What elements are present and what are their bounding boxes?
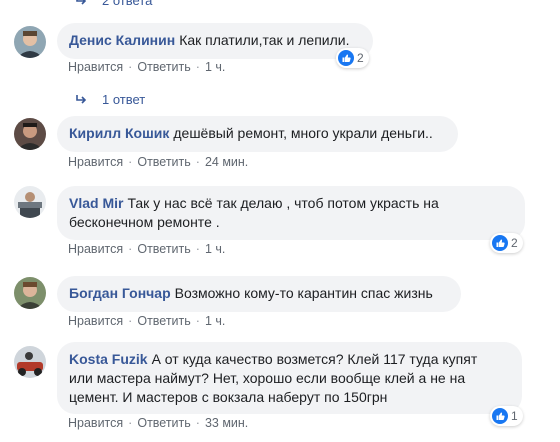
comment-actions: Нравится · Ответить · 24 мин.: [68, 155, 248, 169]
avatar-photo: [14, 26, 46, 58]
reaction-number: 1: [511, 409, 518, 423]
reaction-count[interactable]: 2: [336, 48, 369, 68]
reaction-number: 2: [511, 236, 518, 250]
comment-text-line: цемент. И мастеров с вокзала наберут по …: [69, 389, 388, 405]
comment-text: Возможно кому-то карантин спас жизнь: [174, 285, 433, 301]
like-button[interactable]: Нравится: [68, 155, 123, 169]
comment-text-line: бесконечном ремонте .: [69, 214, 220, 230]
comment-actions: Нравится · Ответить · 33 мин.: [68, 416, 248, 430]
reaction-count[interactable]: 1: [490, 406, 523, 426]
timestamp[interactable]: 1 ч.: [205, 314, 225, 328]
separator-dot: ·: [128, 60, 133, 74]
reply-button[interactable]: Ответить: [137, 60, 190, 74]
like-button[interactable]: Нравится: [68, 416, 123, 430]
timestamp[interactable]: 1 ч.: [205, 242, 225, 256]
replies-toggle[interactable]: 1 ответ: [74, 92, 145, 107]
reaction-count[interactable]: 2: [490, 233, 523, 253]
separator-dot: ·: [195, 314, 200, 328]
separator-dot: ·: [195, 242, 200, 256]
avatar[interactable]: [14, 186, 46, 218]
comment-text-line: А от куда качество возмется? Клей 117 ту…: [151, 351, 478, 367]
separator-dot: ·: [128, 416, 133, 430]
comment-bubble: Kosta Fuzik А от куда качество возмется? …: [57, 342, 522, 414]
avatar-photo: [14, 346, 46, 378]
like-reaction-icon: [492, 408, 508, 424]
reply-arrow-icon: [76, 0, 87, 5]
replies-toggle-top[interactable]: 2 ответа: [74, 0, 152, 8]
comment-author[interactable]: Кирилл Кошик: [69, 125, 169, 141]
reply-button[interactable]: Ответить: [137, 416, 190, 430]
reply-button[interactable]: Ответить: [137, 314, 190, 328]
comment-text-line: Так у нас всё так делаю , чтоб потом укр…: [127, 195, 439, 211]
comment-actions: Нравится · Ответить · 1 ч.: [68, 242, 225, 256]
avatar[interactable]: [14, 277, 46, 309]
avatar-photo: [14, 186, 46, 218]
avatar[interactable]: [14, 118, 46, 150]
timestamp[interactable]: 33 мин.: [205, 416, 248, 430]
separator-dot: ·: [128, 314, 133, 328]
like-button[interactable]: Нравится: [68, 60, 123, 74]
comment-actions: Нравится · Ответить · 1 ч.: [68, 314, 225, 328]
like-reaction-icon: [492, 235, 508, 251]
reply-arrow-icon: [76, 94, 87, 104]
reaction-number: 2: [357, 51, 364, 65]
comment-bubble: Vlad Mir Так у нас всё так делаю , чтоб п…: [57, 186, 525, 240]
avatar[interactable]: [14, 346, 46, 378]
comment-author[interactable]: Денис Калинин: [69, 32, 175, 48]
comment-bubble: Кирилл Кошик дешёвый ремонт, много украли…: [57, 116, 458, 152]
comment-actions: Нравится · Ответить · 1 ч.: [68, 60, 225, 74]
avatar-photo: [14, 277, 46, 309]
avatar[interactable]: [14, 26, 46, 58]
comment-author[interactable]: Kosta Fuzik: [69, 351, 148, 367]
comment-author[interactable]: Vlad Mir: [69, 195, 123, 211]
comment-author[interactable]: Богдан Гончар: [69, 285, 171, 301]
separator-dot: ·: [195, 60, 200, 74]
separator-dot: ·: [195, 155, 200, 169]
comment-bubble: Богдан Гончар Возможно кому-то карантин с…: [57, 276, 461, 312]
comment-text: дешёвый ремонт, много украли деньги..: [173, 125, 433, 141]
like-button[interactable]: Нравится: [68, 242, 123, 256]
timestamp[interactable]: 1 ч.: [205, 60, 225, 74]
separator-dot: ·: [128, 242, 133, 256]
comment-bubble: Денис Калинин Как платили,так и лепили.: [57, 23, 373, 59]
like-reaction-icon: [338, 50, 354, 66]
like-button[interactable]: Нравится: [68, 314, 123, 328]
replies-count-label: 1 ответ: [102, 92, 146, 107]
reply-button[interactable]: Ответить: [137, 242, 190, 256]
avatar-photo: [14, 118, 46, 150]
comment-text: Как платили,так и лепили.: [179, 32, 350, 48]
comment-text-line: или мастера наймут? Нет, хорошо если воо…: [69, 370, 466, 386]
separator-dot: ·: [195, 416, 200, 430]
timestamp[interactable]: 24 мин.: [205, 155, 248, 169]
reply-button[interactable]: Ответить: [137, 155, 190, 169]
separator-dot: ·: [128, 155, 133, 169]
replies-count-label: 2 ответа: [102, 0, 153, 8]
